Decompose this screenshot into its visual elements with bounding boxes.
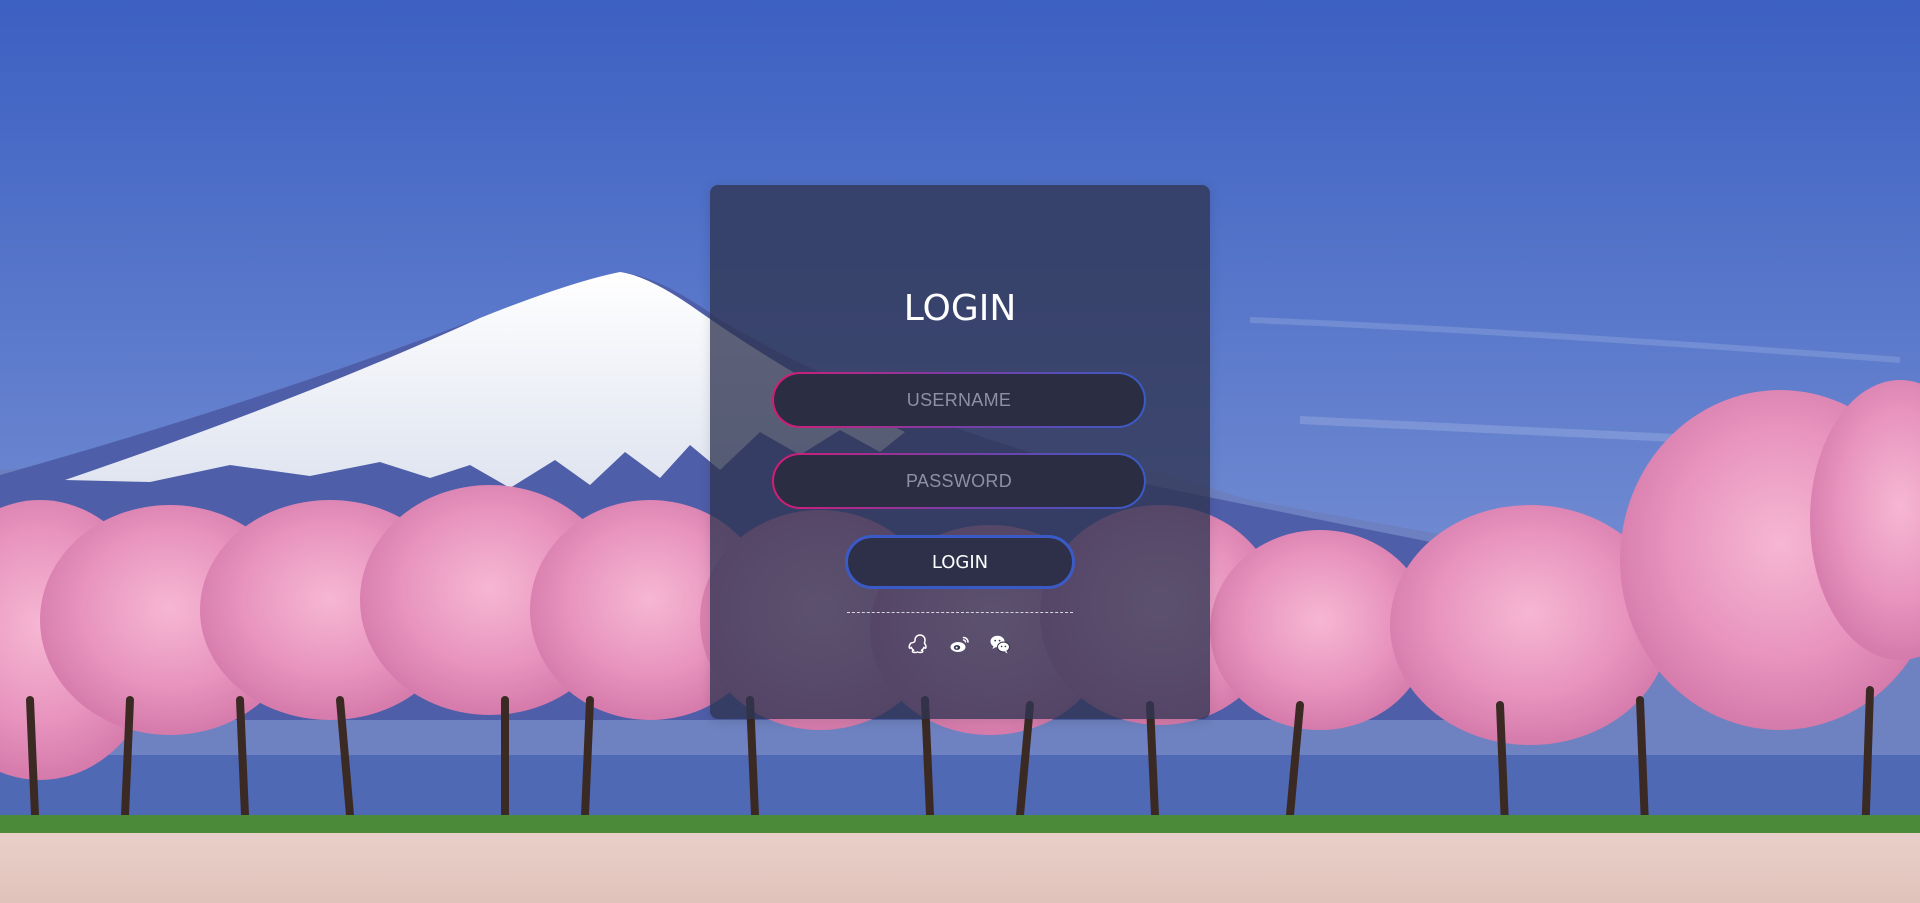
- login-page: LOGIN USERNAME PASSWORD LOGIN: [0, 0, 1920, 903]
- grass: [0, 815, 1920, 833]
- wechat-icon[interactable]: [988, 632, 1012, 656]
- login-card: LOGIN USERNAME PASSWORD LOGIN: [710, 185, 1210, 719]
- qq-icon[interactable]: [908, 632, 932, 656]
- login-button[interactable]: LOGIN: [845, 535, 1075, 589]
- weibo-icon[interactable]: [948, 632, 972, 656]
- password-placeholder[interactable]: PASSWORD: [774, 455, 1144, 507]
- username-field[interactable]: USERNAME: [772, 372, 1146, 428]
- password-field[interactable]: PASSWORD: [772, 453, 1146, 509]
- username-placeholder[interactable]: USERNAME: [774, 374, 1144, 426]
- lake: [0, 755, 1920, 820]
- login-title: LOGIN: [903, 288, 1017, 329]
- social-login: [710, 632, 1210, 662]
- divider: [847, 612, 1073, 613]
- ground: [0, 833, 1920, 903]
